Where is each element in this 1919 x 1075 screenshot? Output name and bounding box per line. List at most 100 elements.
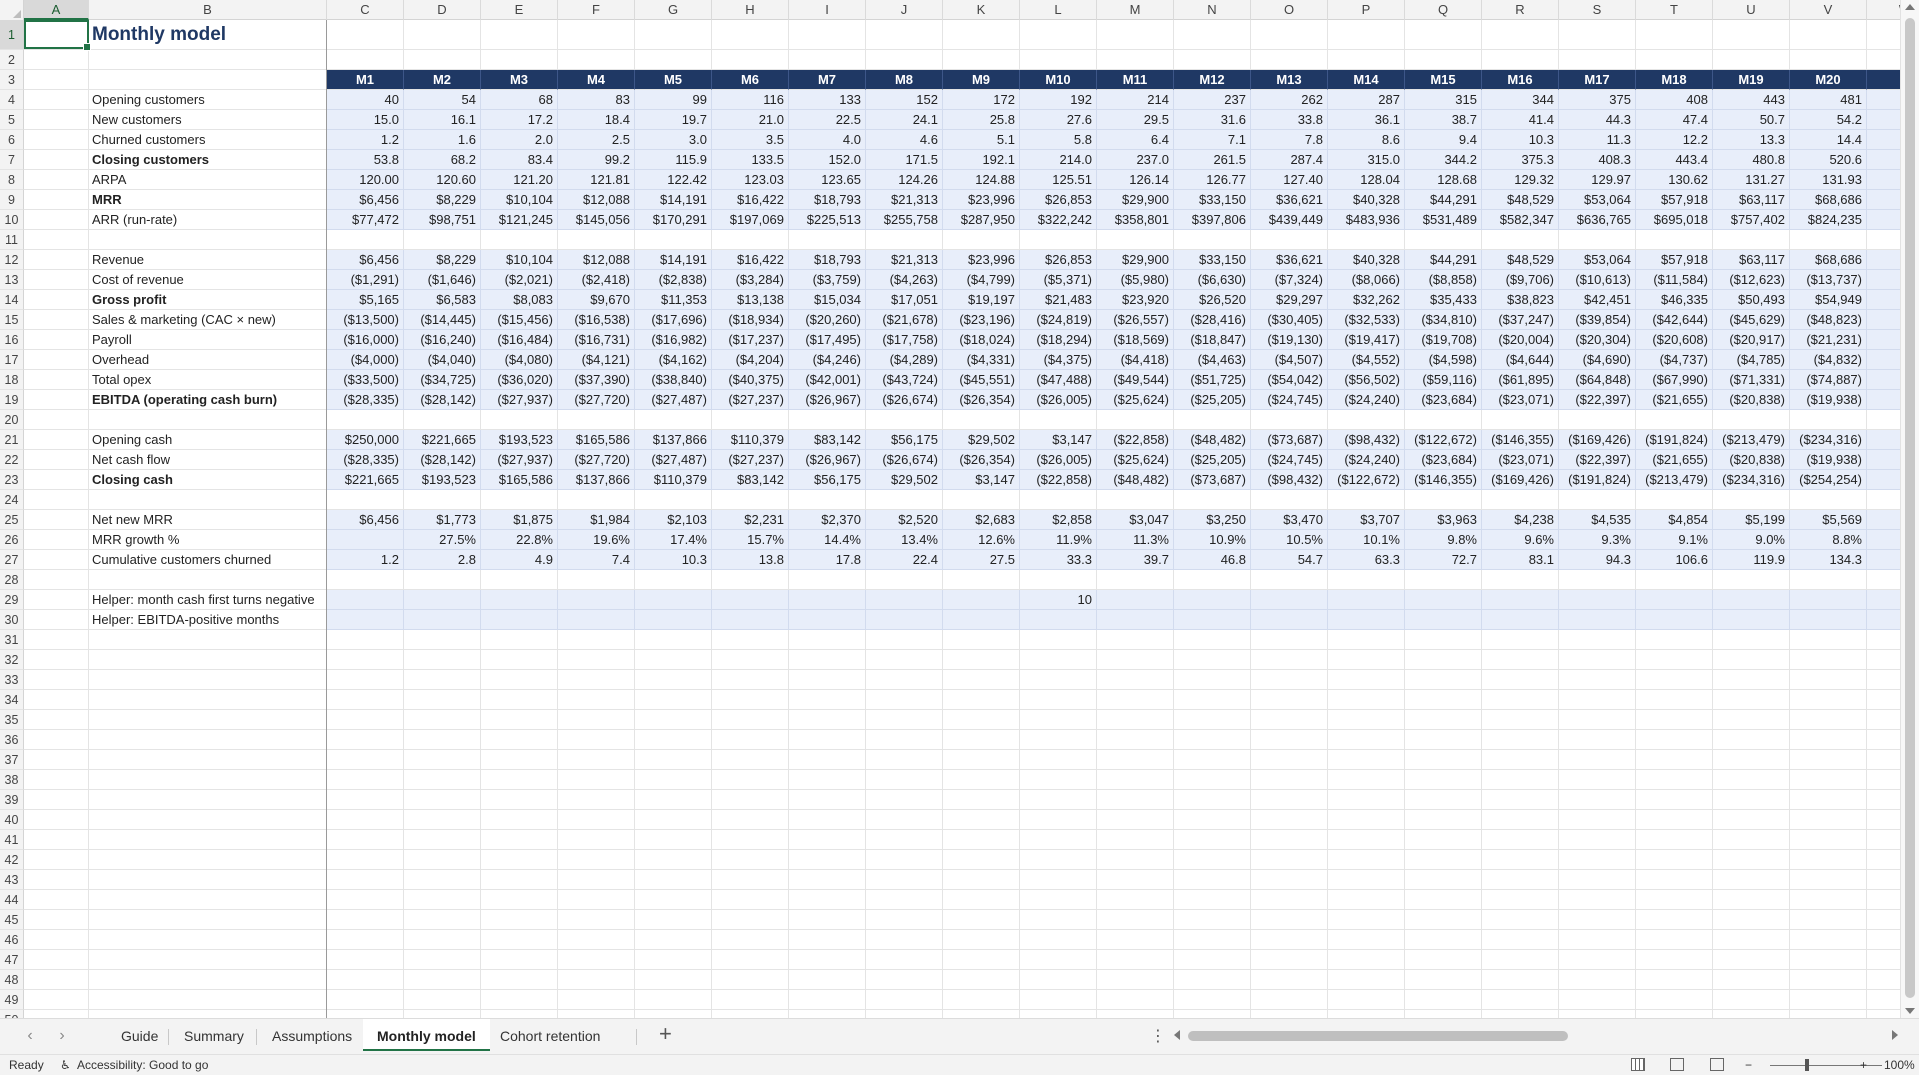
cell-s36[interactable] [1559, 730, 1636, 750]
value-cell[interactable]: ($17,696) [635, 310, 712, 330]
value-cell[interactable]: $221,665 [404, 430, 481, 450]
cell-a41[interactable] [24, 830, 89, 850]
row-header-50[interactable]: 50 [0, 1010, 24, 1018]
value-cell[interactable]: 131.27 [1713, 170, 1790, 190]
cell-c35[interactable] [327, 710, 404, 730]
cell-f36[interactable] [558, 730, 635, 750]
column-header-i[interactable]: I [789, 0, 866, 20]
cell-h2[interactable] [712, 50, 789, 70]
add-sheet-icon[interactable]: + [659, 1021, 672, 1047]
cell-f38[interactable] [558, 770, 635, 790]
value-cell[interactable]: ($6,630) [1174, 270, 1251, 290]
cell-a43[interactable] [24, 870, 89, 890]
value-cell[interactable] [1097, 410, 1174, 430]
month-header[interactable]: M18 [1636, 70, 1713, 90]
cell-p2[interactable] [1328, 50, 1405, 70]
cell-b31[interactable] [89, 630, 327, 650]
column-header-v[interactable]: V [1790, 0, 1867, 20]
cell-i37[interactable] [789, 750, 866, 770]
cell-g34[interactable] [635, 690, 712, 710]
value-cell[interactable] [943, 410, 1020, 430]
cell-v40[interactable] [1790, 810, 1867, 830]
row-header-39[interactable]: 39 [0, 790, 24, 810]
value-cell[interactable]: 124.88 [943, 170, 1020, 190]
value-cell[interactable]: $32,262 [1328, 290, 1405, 310]
value-cell[interactable]: ($49,544) [1097, 370, 1174, 390]
value-cell[interactable]: $193,523 [481, 430, 558, 450]
cell-l38[interactable] [1020, 770, 1097, 790]
value-cell[interactable]: 36.1 [1328, 110, 1405, 130]
value-cell[interactable]: ($8,858) [1405, 270, 1482, 290]
value-cell[interactable] [1174, 610, 1251, 630]
normal-view-icon[interactable] [1631, 1058, 1645, 1071]
cell-b33[interactable] [89, 670, 327, 690]
value-cell[interactable]: 14.4% [789, 530, 866, 550]
cell-m46[interactable] [1097, 930, 1174, 950]
value-cell[interactable]: $439,449 [1251, 210, 1328, 230]
value-cell[interactable] [1790, 490, 1867, 510]
value-cell[interactable] [1328, 230, 1405, 250]
value-cell[interactable] [1482, 610, 1559, 630]
value-cell[interactable]: 17.8 [789, 550, 866, 570]
row-header-18[interactable]: 18 [0, 370, 24, 390]
cell-p49[interactable] [1328, 990, 1405, 1010]
value-cell[interactable]: $2,103 [635, 510, 712, 530]
cell-a3[interactable] [24, 70, 89, 90]
value-cell[interactable]: ($4,785) [1713, 350, 1790, 370]
value-cell[interactable]: 3.5 [712, 130, 789, 150]
cell-h34[interactable] [712, 690, 789, 710]
cell-b49[interactable] [89, 990, 327, 1010]
value-cell[interactable]: 83.1 [1482, 550, 1559, 570]
value-cell[interactable] [1174, 230, 1251, 250]
cell-i43[interactable] [789, 870, 866, 890]
cell-l33[interactable] [1020, 670, 1097, 690]
value-cell[interactable] [1020, 570, 1097, 590]
value-cell[interactable]: 1.2 [327, 550, 404, 570]
cell-f2[interactable] [558, 50, 635, 70]
value-cell[interactable] [1328, 590, 1405, 610]
cell-a33[interactable] [24, 670, 89, 690]
cell-j50[interactable] [866, 1010, 943, 1018]
value-cell[interactable]: ($4,690) [1559, 350, 1636, 370]
value-cell[interactable]: 122.42 [635, 170, 712, 190]
column-header-j[interactable]: J [866, 0, 943, 20]
value-cell[interactable]: ($59,116) [1405, 370, 1482, 390]
cell-e41[interactable] [481, 830, 558, 850]
value-cell[interactable] [1559, 490, 1636, 510]
cell-g46[interactable] [635, 930, 712, 950]
value-cell[interactable] [712, 590, 789, 610]
cell-a12[interactable] [24, 250, 89, 270]
row-header-43[interactable]: 43 [0, 870, 24, 890]
cell-v38[interactable] [1790, 770, 1867, 790]
value-cell[interactable]: 15.7% [712, 530, 789, 550]
value-cell[interactable]: ($4,040) [404, 350, 481, 370]
cell-r44[interactable] [1482, 890, 1559, 910]
value-cell[interactable]: ($71,331) [1713, 370, 1790, 390]
value-cell[interactable] [558, 590, 635, 610]
value-cell[interactable]: ($5,980) [1097, 270, 1174, 290]
cell-s41[interactable] [1559, 830, 1636, 850]
cell-d34[interactable] [404, 690, 481, 710]
value-cell[interactable]: ($4,263) [866, 270, 943, 290]
value-cell[interactable]: $2,520 [866, 510, 943, 530]
value-cell[interactable]: $483,936 [1328, 210, 1405, 230]
cell-e48[interactable] [481, 970, 558, 990]
row-label[interactable]: Sales & marketing (CAC × new) [89, 310, 327, 330]
value-cell[interactable] [635, 490, 712, 510]
cell-b37[interactable] [89, 750, 327, 770]
value-cell[interactable]: 33.8 [1251, 110, 1328, 130]
value-cell[interactable]: $2,231 [712, 510, 789, 530]
value-cell[interactable]: $29,502 [943, 430, 1020, 450]
cell-q34[interactable] [1405, 690, 1482, 710]
value-cell[interactable]: ($ [1867, 310, 1900, 330]
value-cell[interactable]: 131.93 [1790, 170, 1867, 190]
value-cell[interactable]: 27.6 [1020, 110, 1097, 130]
value-cell[interactable]: $14,191 [635, 250, 712, 270]
cell-k50[interactable] [943, 1010, 1020, 1018]
value-cell[interactable]: ($4,204) [712, 350, 789, 370]
value-cell[interactable]: 116 [712, 90, 789, 110]
cell-a47[interactable] [24, 950, 89, 970]
value-cell[interactable]: ($26,557) [1097, 310, 1174, 330]
row-label[interactable]: Total opex [89, 370, 327, 390]
cell-a6[interactable] [24, 130, 89, 150]
